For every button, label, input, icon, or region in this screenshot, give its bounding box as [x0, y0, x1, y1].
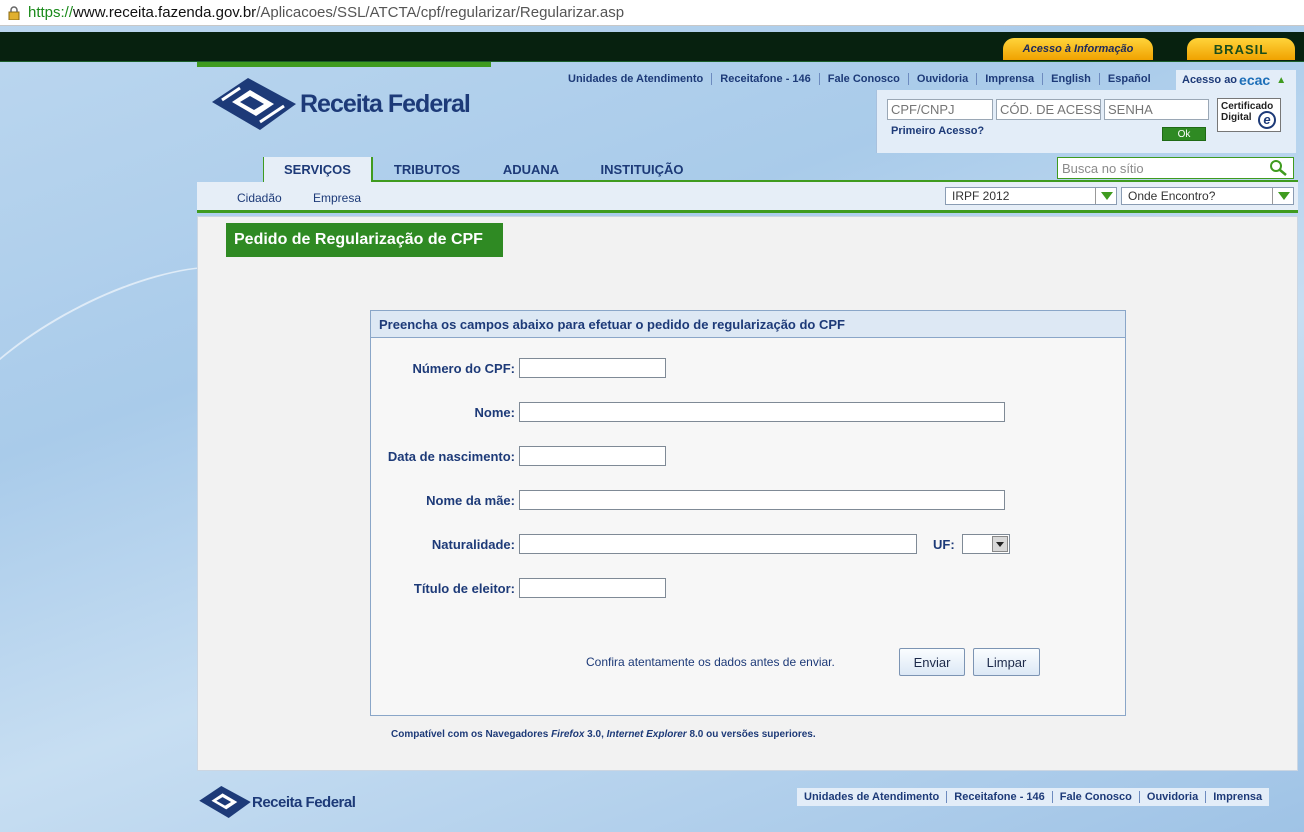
row-titulo: Título de eleitor:	[371, 578, 666, 598]
row-mae: Nome da mãe:	[371, 490, 1005, 510]
titulo-eleitor-input[interactable]	[519, 578, 666, 598]
regularizacao-form: Preencha os campos abaixo para efetuar o…	[370, 310, 1126, 716]
row-cpf: Número do CPF:	[371, 358, 666, 378]
naturalidade-label: Naturalidade:	[431, 536, 515, 552]
subnav-cidadao[interactable]: Cidadão	[237, 191, 282, 205]
site-search-input[interactable]: Busca no sítio	[1057, 157, 1294, 179]
certificado-digital-button[interactable]: Certificado Digital e	[1217, 98, 1281, 132]
nascimento-label: Data de nascimento:	[387, 448, 515, 464]
footer-link-ouvidoria[interactable]: Ouvidoria	[1140, 791, 1207, 803]
url-host: www.receita.fazenda.gov.br	[73, 4, 257, 21]
footer-links: Unidades de Atendimento Receitafone - 14…	[797, 788, 1270, 806]
limpar-button[interactable]: Limpar	[973, 648, 1040, 676]
search-icon[interactable]	[1269, 160, 1287, 176]
main-content: Pedido de Regularização de CPF Preencha …	[197, 216, 1298, 771]
tab-aduana[interactable]: ADUANA	[487, 157, 575, 182]
header-green-strip	[197, 62, 491, 67]
senha-input[interactable]	[1104, 99, 1209, 120]
page-title: Pedido de Regularização de CPF	[226, 223, 503, 257]
row-nome: Nome:	[371, 402, 1005, 422]
e-cpf-icon: e	[1258, 111, 1276, 129]
link-espanol[interactable]: Español	[1100, 73, 1159, 85]
footer-link-receitafone[interactable]: Receitafone - 146	[947, 791, 1053, 803]
link-imprensa[interactable]: Imprensa	[977, 73, 1044, 85]
footer-logo[interactable]: Receita Federal	[198, 783, 356, 821]
irpf-dropdown-value: IRPF 2012	[952, 189, 1010, 203]
onde-encontro-dropdown[interactable]: Onde Encontro?	[1121, 187, 1294, 205]
login-ok-button[interactable]: Ok	[1162, 127, 1206, 141]
nome-label: Nome:	[474, 404, 515, 420]
mae-label: Nome da mãe:	[426, 492, 515, 508]
uf-label: UF:	[933, 537, 955, 552]
acesso-informacao-button[interactable]: Acesso à Informação	[1003, 38, 1153, 60]
codigo-acesso-input[interactable]	[996, 99, 1101, 120]
chevron-down-icon	[992, 536, 1008, 552]
link-ouvidoria[interactable]: Ouvidoria	[909, 73, 978, 85]
onde-encontro-value: Onde Encontro?	[1128, 189, 1216, 203]
nome-input[interactable]	[519, 402, 1005, 422]
sub-nav: Cidadão Empresa IRPF 2012 Onde Encontro?	[197, 182, 1298, 213]
link-unidades[interactable]: Unidades de Atendimento	[560, 73, 713, 85]
footer-link-fale-conosco[interactable]: Fale Conosco	[1053, 791, 1140, 803]
receita-logo[interactable]: Receita Federal	[210, 74, 471, 134]
naturalidade-input[interactable]	[519, 534, 917, 554]
url-scheme: https://	[28, 4, 74, 21]
logo-text: Receita Federal	[300, 89, 471, 118]
subnav-empresa[interactable]: Empresa	[313, 191, 361, 205]
receita-logo-icon	[199, 786, 251, 818]
link-receitafone[interactable]: Receitafone - 146	[712, 73, 820, 85]
link-fale-conosco[interactable]: Fale Conosco	[820, 73, 909, 85]
row-nascimento: Data de nascimento:	[371, 446, 666, 466]
brasil-button[interactable]: BRASIL	[1187, 38, 1295, 60]
chevron-down-icon	[1278, 192, 1290, 200]
cpf-cnpj-input[interactable]	[887, 99, 993, 120]
footer-logo-text: Receita Federal	[252, 793, 356, 811]
top-links: Unidades de Atendimento Receitafone - 14…	[560, 70, 1159, 88]
irpf-dropdown[interactable]: IRPF 2012	[945, 187, 1117, 205]
titulo-label: Título de eleitor:	[413, 580, 515, 596]
footer-link-unidades[interactable]: Unidades de Atendimento	[797, 791, 948, 803]
nascimento-input[interactable]	[519, 446, 666, 466]
footer-link-imprensa[interactable]: Imprensa	[1206, 791, 1269, 803]
confira-text: Confira atentamente os dados antes de en…	[586, 655, 835, 669]
tab-instituicao[interactable]: INSTITUIÇÃO	[585, 157, 699, 182]
ecac-access-toggle[interactable]: Acesso ao ecac ▲	[1176, 70, 1296, 90]
chevron-down-icon	[1101, 192, 1113, 200]
form-header: Preencha os campos abaixo para efetuar o…	[371, 311, 1125, 338]
browser-url-bar[interactable]: https://www.receita.fazenda.gov.br/Aplic…	[0, 0, 1304, 26]
uf-select[interactable]	[962, 534, 1010, 554]
url-path: /Aplicacoes/SSL/ATCTA/cpf/regularizar/Re…	[256, 4, 625, 21]
tab-tributos[interactable]: TRIBUTOS	[379, 157, 475, 182]
nome-mae-input[interactable]	[519, 490, 1005, 510]
enviar-button[interactable]: Enviar	[899, 648, 965, 676]
ecac-login-panel: Primeiro Acesso? Ok Certificado Digital …	[876, 90, 1296, 153]
search-placeholder: Busca no sítio	[1062, 161, 1144, 176]
ecac-logo: ecac	[1239, 72, 1271, 88]
acesso-ao-label: Acesso ao	[1182, 74, 1238, 86]
primeiro-acesso-link[interactable]: Primeiro Acesso?	[891, 125, 984, 137]
lock-icon	[8, 5, 20, 20]
tab-servicos[interactable]: SERVIÇOS	[263, 157, 373, 182]
compat-notice: Compatível com os Navegadores Firefox 3.…	[391, 729, 816, 740]
row-naturalidade: Naturalidade:	[371, 534, 917, 554]
gov-bar: Acesso à Informação BRASIL	[0, 32, 1304, 62]
receita-logo-icon	[212, 78, 296, 130]
cpf-input[interactable]	[519, 358, 666, 378]
collapse-arrow-icon: ▲	[1276, 74, 1287, 86]
link-english[interactable]: English	[1043, 73, 1100, 85]
cpf-label: Número do CPF:	[412, 360, 515, 376]
